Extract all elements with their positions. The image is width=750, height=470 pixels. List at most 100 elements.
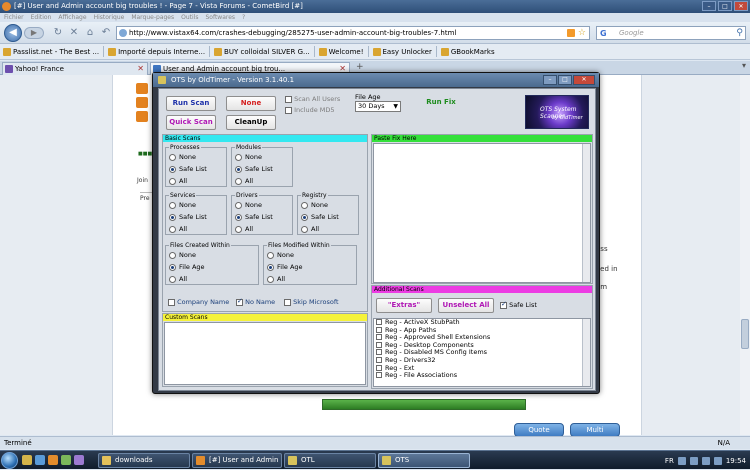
reload-icon[interactable]: ↻ xyxy=(52,27,64,39)
services-safelist-option[interactable]: Safe List xyxy=(169,213,207,221)
processes-all-option[interactable]: All xyxy=(169,177,187,185)
custom-scans-input[interactable] xyxy=(164,322,366,385)
radio[interactable] xyxy=(169,225,176,233)
additional-scans-scrollbar[interactable] xyxy=(582,319,590,386)
bookmark-item[interactable]: BUY colloidal SILVER G... xyxy=(214,47,310,56)
no-name-option[interactable]: No Name xyxy=(236,297,275,306)
modules-safelist-option[interactable]: Safe List xyxy=(235,165,273,173)
scrollbar-thumb[interactable] xyxy=(741,319,749,349)
radio[interactable] xyxy=(169,177,176,185)
checkbox[interactable] xyxy=(376,356,382,363)
language-indicator[interactable]: FR xyxy=(665,457,674,465)
radio[interactable] xyxy=(169,165,176,173)
browser-icon[interactable] xyxy=(48,455,58,465)
radio[interactable] xyxy=(267,275,274,283)
explorer-icon[interactable] xyxy=(22,455,32,465)
forward-button[interactable]: ▶ xyxy=(24,27,44,39)
files-modified-none-option[interactable]: None xyxy=(267,251,294,259)
skip-microsoft-option[interactable]: Skip Microsoft xyxy=(284,298,339,306)
bookmark-item[interactable]: Welcome! xyxy=(318,47,364,56)
tab-list-icon[interactable]: ▾ xyxy=(742,61,746,70)
run-scan-button[interactable]: Run Scan xyxy=(166,96,216,111)
close-button[interactable]: ✕ xyxy=(734,1,748,11)
taskbar-otl[interactable]: OTL xyxy=(284,453,376,468)
checkbox[interactable] xyxy=(376,349,382,356)
list-item[interactable]: Reg - File Associations xyxy=(374,371,590,380)
drivers-all-option[interactable]: All xyxy=(235,225,253,233)
menu-softwares[interactable]: Softwares xyxy=(205,13,235,22)
files-modified-all-option[interactable]: All xyxy=(267,275,285,283)
stop-icon[interactable]: ✕ xyxy=(68,27,80,39)
forum-icon[interactable] xyxy=(136,83,148,94)
taskbar-browser[interactable]: [#] User and Admin ... xyxy=(192,453,282,468)
forum-icon[interactable] xyxy=(136,111,148,122)
bookmark-item[interactable]: Easy Unlocker xyxy=(372,47,432,56)
cleanup-button[interactable]: CleanUp xyxy=(226,115,276,130)
radio[interactable] xyxy=(169,251,176,259)
none-button[interactable]: None xyxy=(226,96,276,111)
checkbox[interactable] xyxy=(376,364,382,371)
checkbox[interactable] xyxy=(376,334,382,341)
checkbox[interactable] xyxy=(500,300,507,309)
taskbar-downloads[interactable]: downloads xyxy=(98,453,190,468)
menu-file[interactable]: Fichier xyxy=(4,13,24,22)
processes-none-option[interactable]: None xyxy=(169,153,196,161)
ie-icon[interactable] xyxy=(35,455,45,465)
radio[interactable] xyxy=(169,201,176,209)
services-none-option[interactable]: None xyxy=(169,201,196,209)
processes-safelist-option[interactable]: Safe List xyxy=(169,165,207,173)
bookmark-item[interactable]: Passlist.net - The Best ... xyxy=(3,47,99,56)
app-icon[interactable] xyxy=(61,455,71,465)
checkbox[interactable] xyxy=(284,298,291,306)
forum-icon[interactable] xyxy=(136,97,148,108)
checkbox[interactable] xyxy=(285,95,292,103)
start-button[interactable] xyxy=(1,452,18,469)
radio[interactable] xyxy=(267,251,274,259)
radio[interactable] xyxy=(301,201,308,209)
registry-none-option[interactable]: None xyxy=(301,201,328,209)
multi-quote-button[interactable]: Multi xyxy=(570,423,620,437)
extras-button[interactable]: "Extras" xyxy=(376,298,432,313)
radio[interactable] xyxy=(169,263,176,271)
minimize-button[interactable]: – xyxy=(543,75,557,85)
page-scrollbar[interactable] xyxy=(740,75,750,435)
network-icon[interactable] xyxy=(701,456,710,465)
bookmark-item[interactable]: Importé depuis Interne... xyxy=(108,47,205,56)
modules-all-option[interactable]: All xyxy=(235,177,253,185)
menu-edit[interactable]: Edition xyxy=(31,13,52,22)
undo-close-icon[interactable]: ↶ xyxy=(100,27,112,39)
files-created-all-option[interactable]: All xyxy=(169,275,187,283)
tray-icon[interactable] xyxy=(677,456,686,465)
checkbox[interactable] xyxy=(285,106,292,114)
files-created-fileage-option[interactable]: File Age xyxy=(169,263,205,271)
checkbox[interactable] xyxy=(168,298,175,306)
radio[interactable] xyxy=(235,153,242,161)
paste-fix-scrollbar[interactable] xyxy=(582,144,590,282)
url-bar[interactable]: http://www.vistax64.com/crashes-debuggin… xyxy=(116,26,590,40)
radio[interactable] xyxy=(235,177,242,185)
modules-none-option[interactable]: None xyxy=(235,153,262,161)
drivers-none-option[interactable]: None xyxy=(235,201,262,209)
menu-help[interactable]: ? xyxy=(242,13,245,22)
back-button[interactable]: ◀ xyxy=(4,24,22,42)
clock[interactable]: 19:54 xyxy=(726,457,746,465)
radio[interactable] xyxy=(235,213,242,221)
radio[interactable] xyxy=(169,213,176,221)
paste-fix-input[interactable] xyxy=(373,143,591,283)
menu-tools[interactable]: Outils xyxy=(181,13,198,22)
search-icon[interactable]: ⚲ xyxy=(736,27,743,39)
maximize-button[interactable]: □ xyxy=(558,75,572,85)
bookmark-star-icon[interactable]: ☆ xyxy=(578,27,586,39)
checkbox[interactable] xyxy=(376,372,382,379)
minimize-button[interactable]: – xyxy=(702,1,716,11)
new-tab-icon[interactable]: + xyxy=(356,62,364,72)
include-md5-option[interactable]: Include MD5 xyxy=(285,106,335,114)
maximize-button[interactable]: □ xyxy=(718,1,732,11)
unselect-all-button[interactable]: Unselect All xyxy=(438,298,494,313)
taskbar-ots[interactable]: OTS xyxy=(378,453,470,468)
checkbox[interactable] xyxy=(236,297,243,306)
radio[interactable] xyxy=(301,225,308,233)
files-modified-fileage-option[interactable]: File Age xyxy=(267,263,303,271)
bookmark-item[interactable]: GBookMarks xyxy=(440,47,495,56)
radio[interactable] xyxy=(169,275,176,283)
